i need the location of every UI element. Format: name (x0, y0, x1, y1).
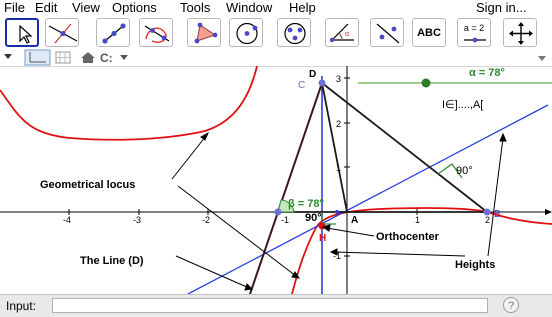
collapse-triangle-icon[interactable] (4, 54, 12, 59)
style-bar-toggle-icon[interactable] (538, 56, 546, 61)
input-field[interactable] (52, 298, 488, 313)
locus-curve-upper (0, 66, 258, 141)
text-tool-icon: ABC (417, 26, 441, 39)
point-label-h: H (319, 233, 326, 244)
input-label: Input: (6, 299, 37, 313)
sign-in-link[interactable]: Sign in... (476, 0, 527, 15)
point-intersection (335, 210, 339, 214)
move-arrow-icon (19, 24, 33, 44)
tool-intersect[interactable] (139, 18, 173, 47)
grid-toggle-icon[interactable] (55, 51, 71, 64)
point-b[interactable] (483, 208, 491, 216)
line-through-point-icon (48, 23, 78, 44)
svg-text:C:: C: (100, 51, 113, 65)
tool-circle-three-points[interactable] (277, 18, 311, 47)
angle-90-bottom: 90° (305, 212, 322, 224)
menu-tools[interactable]: Tools (180, 0, 210, 15)
polygon-icon (194, 22, 218, 44)
point-d[interactable] (318, 79, 326, 87)
tool-segment[interactable] (96, 18, 130, 47)
tool-polygon[interactable] (187, 18, 221, 47)
point-label-c: C (298, 80, 305, 91)
x-axis-arrow (545, 209, 552, 215)
x-tick-label: -2 (202, 215, 210, 225)
tool-slider[interactable]: a = 2 (457, 18, 491, 47)
alpha-slider-handle[interactable] (421, 78, 431, 88)
reflect-line-icon (376, 23, 400, 44)
annotation-locus: Geometrical locus (40, 179, 135, 191)
y-tick-label: 2 (336, 119, 341, 129)
locus-curve-lower (291, 207, 552, 294)
y-tick-label: 3 (336, 74, 341, 84)
graphics-view[interactable]: -4 -3 -2 -1 1 2 3 2 1 -1 α = 78° I∈]....… (0, 66, 552, 294)
angle-icon: α (329, 23, 354, 43)
menu-help[interactable]: Help (289, 0, 316, 15)
x-tick-label: -3 (133, 215, 141, 225)
angle-90-right: 90° (456, 165, 473, 177)
triangle-side-da (321, 82, 348, 213)
slider-track-icon (464, 37, 486, 43)
svg-text:α: α (345, 31, 349, 38)
point-capture-icon[interactable]: C: (100, 51, 128, 65)
help-icon[interactable]: ? (503, 297, 519, 313)
menu-file[interactable]: File (4, 0, 25, 15)
view-bar: C: (0, 49, 552, 67)
home-icon[interactable] (81, 52, 95, 63)
interval-text: I∈]....,A[ (442, 99, 483, 111)
tool-angle[interactable]: α (325, 18, 359, 47)
angle-beta: β = 78° (288, 198, 324, 210)
tool-text[interactable]: ABC (412, 18, 446, 47)
menu-window[interactable]: Window (226, 0, 272, 15)
menu-view[interactable]: View (72, 0, 100, 15)
circle-center-icon (236, 22, 258, 45)
menu-edit[interactable]: Edit (35, 0, 57, 15)
toolbar: α ABC a = 2 (0, 15, 552, 49)
point-left-base[interactable] (274, 208, 282, 216)
tool-reflect[interactable] (370, 18, 404, 47)
alpha-slider-label: α = 78° (469, 67, 505, 79)
axes-toggle-icon[interactable] (24, 49, 51, 66)
triangle-side-dleft (249, 82, 323, 294)
annotation-orthocenter: Orthocenter (376, 231, 440, 243)
tool-move[interactable] (5, 18, 39, 47)
tool-circle-center[interactable] (229, 18, 263, 47)
segment-icon (102, 23, 126, 44)
circle-three-points-icon (284, 22, 306, 45)
move-graphics-icon (509, 22, 533, 45)
menu-bar: File Edit View Options Tools Window Help… (0, 0, 552, 15)
x-tick-label: -1 (281, 215, 289, 225)
point-label-b: B (494, 209, 501, 220)
tool-move-graphics[interactable] (503, 18, 537, 47)
input-bar: Input: ? (0, 294, 552, 317)
x-tick-label: 1 (415, 215, 420, 225)
point-label-d: D (309, 69, 316, 80)
point-label-a: A (351, 215, 358, 226)
annotation-heights: Heights (455, 259, 495, 271)
x-tick-label: 2 (485, 215, 490, 225)
intersect-icon (144, 25, 170, 43)
menu-options[interactable]: Options (112, 0, 157, 15)
annotation-line-d: The Line (D) (80, 255, 144, 267)
tool-line[interactable] (45, 18, 79, 47)
x-tick-label: -4 (63, 215, 71, 225)
